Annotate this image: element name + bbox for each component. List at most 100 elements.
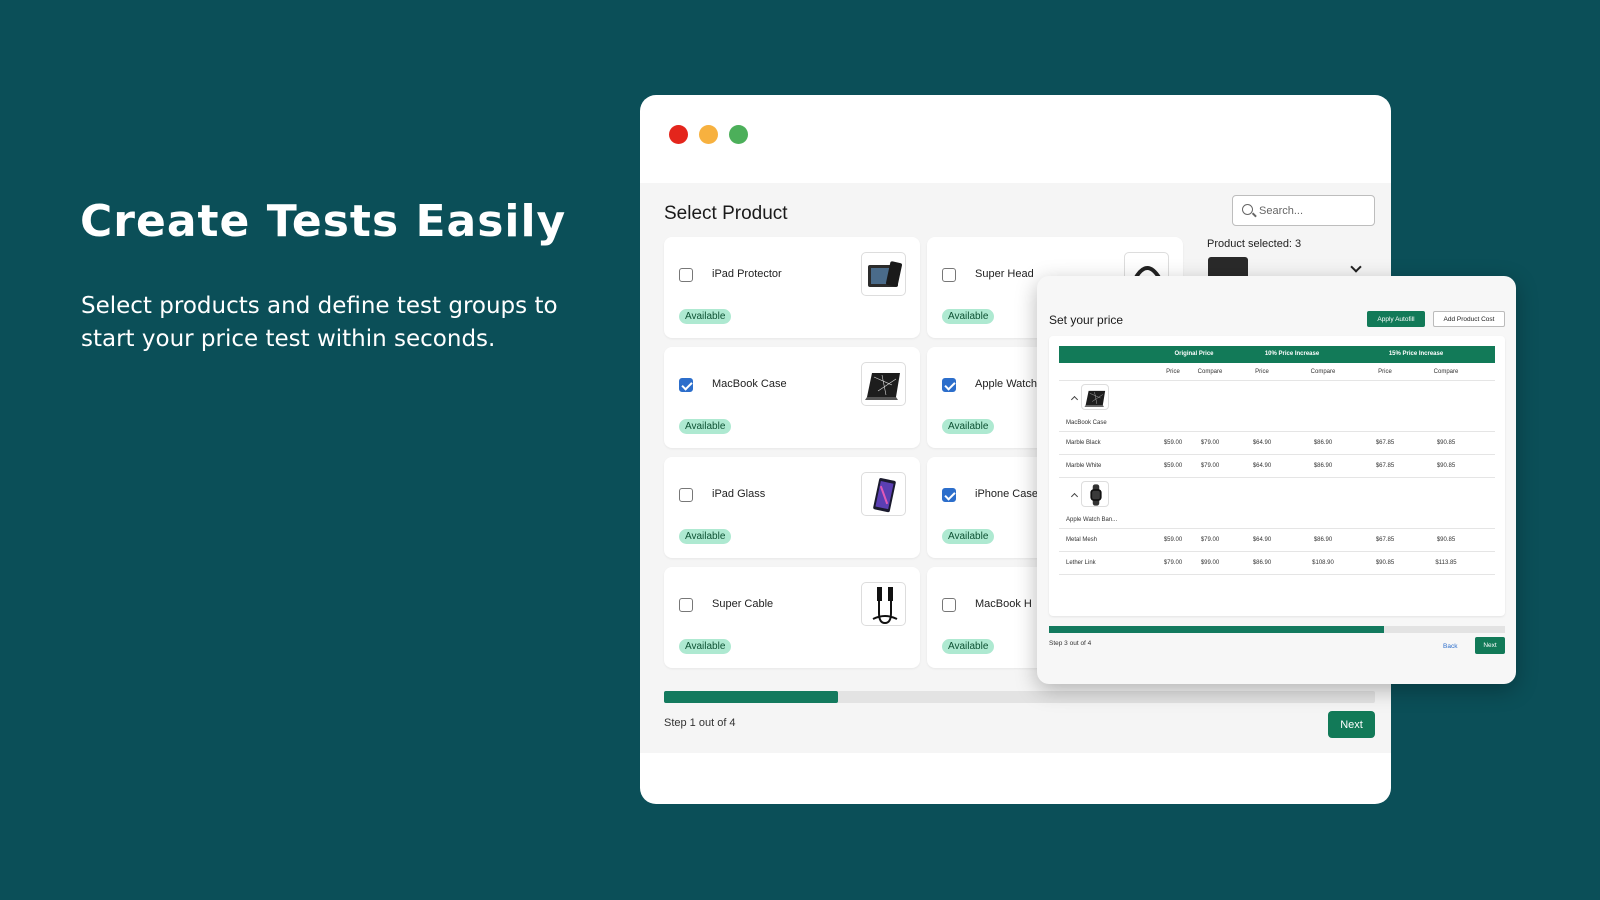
variant-name: Metal Mesh — [1066, 537, 1098, 543]
product-checkbox[interactable] — [679, 598, 693, 612]
status-badge: Available — [942, 309, 995, 324]
row-divider — [1059, 431, 1495, 432]
laptop-icon — [1081, 384, 1109, 410]
row-divider — [1059, 454, 1495, 455]
column-subheader: Compare — [1197, 369, 1223, 375]
price-next-button[interactable]: Next — [1475, 637, 1505, 654]
chevron-down-icon[interactable] — [1350, 261, 1362, 273]
chevron-up-icon[interactable] — [1070, 395, 1079, 404]
column-subheader: Price — [1166, 369, 1180, 375]
product-name: Super Head — [975, 268, 1034, 280]
close-dot-icon[interactable] — [669, 125, 688, 144]
row-divider — [1059, 574, 1495, 575]
price-cell[interactable]: $64.90 — [1253, 463, 1271, 469]
price-cell[interactable]: $86.90 — [1314, 463, 1332, 469]
price-cell[interactable]: $99.00 — [1201, 560, 1219, 566]
row-divider — [1059, 380, 1495, 381]
variant-name: Lether Link — [1066, 560, 1096, 566]
column-subheader: Compare — [1310, 369, 1336, 375]
price-cell[interactable]: $67.85 — [1376, 537, 1394, 543]
price-cell[interactable]: $86.90 — [1253, 560, 1271, 566]
price-cell[interactable]: $90.85 — [1437, 463, 1455, 469]
maximize-dot-icon[interactable] — [729, 125, 748, 144]
price-cell[interactable]: $59.00 — [1164, 537, 1182, 543]
group-header-10: 10% Price Increase — [1264, 351, 1320, 357]
product-checkbox[interactable] — [942, 378, 956, 392]
price-cell[interactable]: $86.90 — [1314, 440, 1332, 446]
status-badge: Available — [942, 419, 995, 434]
apply-autofill-button[interactable]: Apply Autofill — [1367, 311, 1425, 327]
minimize-dot-icon[interactable] — [699, 125, 718, 144]
hero-title: Create Tests Easily — [80, 196, 567, 247]
price-cell[interactable]: $90.85 — [1376, 560, 1394, 566]
price-cell[interactable]: $79.00 — [1164, 560, 1182, 566]
product-card[interactable]: iPad Protector Available — [664, 237, 920, 338]
price-progress-fill — [1049, 626, 1385, 633]
add-product-cost-button[interactable]: Add Product Cost — [1433, 311, 1505, 327]
product-card[interactable]: Super Cable Available — [664, 567, 920, 668]
price-cell[interactable]: $67.85 — [1376, 463, 1394, 469]
price-cell[interactable]: $90.85 — [1437, 537, 1455, 543]
progress-fill — [664, 691, 839, 703]
product-checkbox[interactable] — [679, 488, 693, 502]
group-header-original: Original Price — [1174, 351, 1214, 357]
set-price-title: Set your price — [1049, 313, 1124, 327]
status-badge: Available — [679, 419, 732, 434]
row-divider — [1059, 551, 1495, 552]
laptop-icon — [861, 362, 906, 406]
progress-bar — [664, 691, 1375, 703]
status-badge: Available — [679, 529, 732, 544]
price-step-indicator: Step 3 out of 4 — [1049, 640, 1092, 647]
status-badge: Available — [942, 639, 995, 654]
product-name: iPhone Case — [975, 488, 1038, 500]
product-name: Apple Watch — [975, 378, 1037, 390]
back-link[interactable]: Back — [1443, 643, 1457, 650]
product-checkbox[interactable] — [679, 378, 693, 392]
price-cell[interactable]: $108.90 — [1312, 560, 1334, 566]
price-cell[interactable]: $113.85 — [1435, 560, 1456, 566]
status-badge: Available — [679, 309, 732, 324]
price-cell[interactable]: $79.00 — [1201, 537, 1219, 543]
price-cell[interactable]: $67.85 — [1376, 440, 1394, 446]
product-name: Super Cable — [712, 598, 774, 610]
column-subheader: Price — [1378, 369, 1392, 375]
product-name: MacBook Case — [712, 378, 787, 390]
search-placeholder: Search... — [1259, 205, 1304, 217]
variant-name: Marble White — [1066, 463, 1102, 469]
next-button[interactable]: Next — [1328, 711, 1375, 738]
product-checkbox[interactable] — [942, 268, 956, 282]
step-indicator: Step 1 out of 4 — [664, 717, 736, 729]
price-progress-bar — [1049, 626, 1505, 633]
product-card[interactable]: iPad Glass Available — [664, 457, 920, 558]
product-checkbox[interactable] — [942, 488, 956, 502]
set-price-panel: Set your price Apply Autofill Add Produc… — [1037, 276, 1516, 684]
ipad-icon — [861, 252, 906, 296]
product-checkbox[interactable] — [679, 268, 693, 282]
price-cell[interactable]: $79.00 — [1201, 463, 1219, 469]
price-cell[interactable]: $64.90 — [1253, 440, 1271, 446]
product-name: MacBook H — [975, 598, 1032, 610]
product-card[interactable]: MacBook Case Available — [664, 347, 920, 448]
chevron-up-icon[interactable] — [1070, 492, 1079, 501]
status-badge: Available — [679, 639, 732, 654]
price-table-header: Original Price 10% Price Increase 15% Pr… — [1059, 346, 1495, 363]
hero-subtitle: Select products and define test groups t… — [81, 293, 558, 352]
variant-name: Marble Black — [1066, 440, 1101, 446]
search-icon — [1242, 204, 1253, 215]
price-cell[interactable]: $59.00 — [1164, 440, 1182, 446]
watch-icon — [1081, 481, 1109, 507]
search-input[interactable]: Search... — [1232, 195, 1375, 226]
column-subheader: Compare — [1433, 369, 1459, 375]
price-cell[interactable]: $86.90 — [1314, 537, 1332, 543]
product-name: iPad Glass — [712, 488, 766, 500]
price-cell[interactable]: $64.90 — [1253, 537, 1271, 543]
product-selected-count: Product selected: 3 — [1207, 238, 1302, 250]
price-cell[interactable]: $79.00 — [1201, 440, 1219, 446]
price-cell[interactable]: $59.00 — [1164, 463, 1182, 469]
price-table: Original Price 10% Price Increase 15% Pr… — [1049, 336, 1505, 616]
page-title: Select Product — [664, 203, 788, 224]
row-divider — [1059, 477, 1495, 478]
product-group-name: Apple Watch Ban... — [1066, 517, 1118, 523]
product-checkbox[interactable] — [942, 598, 956, 612]
price-cell[interactable]: $90.85 — [1437, 440, 1455, 446]
